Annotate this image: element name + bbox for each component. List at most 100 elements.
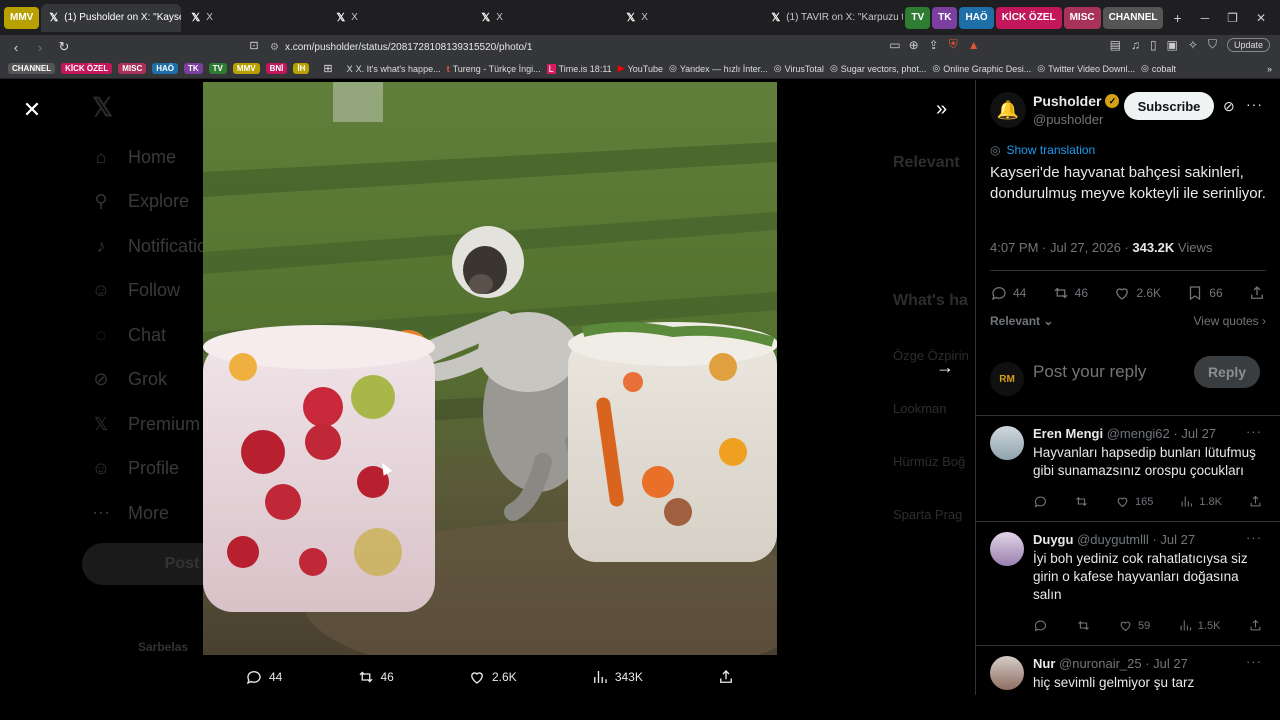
like-button[interactable]: 59	[1118, 618, 1150, 633]
share-button[interactable]	[1248, 618, 1263, 633]
tab-pusholder[interactable]: 𝕏 (1) Pusholder on X: "Kayse ✕	[41, 3, 182, 32]
reply-date[interactable]: · Jul 27	[1152, 532, 1195, 547]
reply-date[interactable]: · Jul 27	[1145, 656, 1188, 671]
tab-x-4[interactable]: 𝕏 X	[618, 4, 761, 32]
share-button[interactable]	[1248, 284, 1266, 302]
reply-button[interactable]: 44	[990, 284, 1026, 302]
sort-dropdown[interactable]: Relevant ⌄	[990, 314, 1053, 328]
tab-group-misc[interactable]: MISC	[1063, 6, 1101, 29]
update-button[interactable]: Update	[1226, 37, 1270, 52]
back-icon[interactable]: ‹	[8, 40, 24, 55]
reply-author-handle[interactable]: @mengi62	[1107, 426, 1170, 441]
grok-icon[interactable]: ⊘	[1223, 98, 1235, 115]
more-icon[interactable]: ···	[1246, 96, 1263, 112]
repost-button[interactable]	[1074, 494, 1089, 509]
tab-x-3[interactable]: 𝕏 X	[473, 4, 616, 32]
reload-icon[interactable]: ↻	[56, 39, 72, 55]
reply-item[interactable]: Duygu @duygutmlll · Jul 27 ··· İyi boh y…	[976, 522, 1280, 646]
tab-group-channel[interactable]: CHANNEL	[1102, 6, 1164, 29]
media-icon[interactable]: ♫	[1131, 38, 1140, 52]
like-button[interactable]: 2.6K	[1113, 284, 1161, 302]
site-info-icon[interactable]: ⚙	[270, 42, 279, 53]
bookmark-group-hao[interactable]: HAÖ	[152, 63, 178, 74]
forward-icon[interactable]: ›	[32, 40, 48, 55]
reply-author-handle[interactable]: @duygutmlll	[1077, 532, 1149, 547]
more-icon[interactable]: ···	[1246, 654, 1262, 669]
bookmark-group-kick-ozel[interactable]: KİCK ÖZEL	[61, 63, 113, 74]
bookmark-group-channel[interactable]: CHANNEL	[8, 63, 56, 74]
bookmark-youtube[interactable]: ▶ YouTube	[618, 63, 663, 74]
bookmark-sugar[interactable]: ◎ Sugar vectors, phot...	[830, 63, 926, 74]
brave-rewards-icon[interactable]: ▲	[968, 38, 980, 52]
reply-author-name[interactable]: Duygu	[1033, 532, 1073, 547]
viewer-reply-button[interactable]: 44	[245, 668, 282, 686]
sidebar-icon[interactable]: ▯	[1150, 38, 1157, 52]
leo-icon[interactable]: ✧	[1188, 38, 1198, 52]
bookmark-group-tk[interactable]: TK	[184, 63, 203, 74]
reply-author-name[interactable]: Eren Mengi	[1033, 426, 1103, 441]
expand-panel-icon[interactable]: »	[936, 98, 947, 121]
show-translation-link[interactable]: ◎ Show translation	[990, 143, 1095, 157]
avatar[interactable]	[990, 532, 1024, 566]
bookmark-group-misc[interactable]: MISC	[118, 63, 147, 74]
more-icon[interactable]: ···	[1246, 424, 1262, 439]
reply-date[interactable]: · Jul 27	[1173, 426, 1216, 441]
views-button[interactable]: 1.5K	[1178, 618, 1220, 633]
bookmark-yandex[interactable]: ◎ Yandex — hızlı İnter...	[669, 63, 768, 74]
reader-icon[interactable]: ▤	[1110, 38, 1121, 52]
close-icon[interactable]: ✕	[20, 97, 44, 122]
bookmark-group-ih[interactable]: İH	[293, 63, 310, 74]
restore-icon[interactable]: ❐	[1227, 11, 1238, 25]
reply-author-name[interactable]: Nur	[1033, 656, 1055, 671]
share-icon[interactable]: ⇪	[929, 38, 939, 52]
tab-group-kick-ozel[interactable]: KİCK ÖZEL	[995, 6, 1062, 29]
bookmark-twitter-dl[interactable]: ◎ Twitter Video Downl...	[1037, 63, 1135, 74]
bookmark-button[interactable]: 66	[1186, 284, 1223, 302]
bookmark-tureng[interactable]: t Tureng - Türkçe İngi...	[447, 64, 541, 74]
reply-button[interactable]	[1033, 618, 1048, 633]
tab-group-hao[interactable]: HAÖ	[959, 6, 994, 29]
bookmarks-overflow-icon[interactable]: »	[1267, 64, 1272, 74]
url-field[interactable]: ⚙ x.com/pusholder/status/208172810813931…	[270, 38, 990, 56]
subscribe-button[interactable]: Subscribe	[1124, 92, 1214, 120]
next-image-icon[interactable]: →	[936, 357, 954, 378]
close-window-icon[interactable]: ✕	[1256, 11, 1266, 25]
viewer-share-button[interactable]	[717, 668, 735, 686]
new-tab-button[interactable]: +	[1173, 10, 1181, 26]
views-button[interactable]: 1.8K	[1179, 494, 1222, 509]
reply-input[interactable]	[1033, 362, 1183, 382]
vpn-icon[interactable]: ⛉	[1208, 37, 1217, 52]
tab-x-2[interactable]: 𝕏 X	[328, 4, 471, 32]
view-quotes-link[interactable]: View quotes ›	[1194, 314, 1267, 328]
tab-x-1[interactable]: 𝕏 X	[183, 4, 326, 32]
tab-group-mmv[interactable]: MMV	[4, 6, 40, 29]
bookmark-cobalt[interactable]: ◎ cobalt	[1141, 63, 1176, 74]
zoom-icon[interactable]: ⊕	[909, 38, 919, 52]
tab-group-tk[interactable]: TK	[932, 6, 958, 29]
minimize-icon[interactable]: ─	[1201, 11, 1210, 25]
viewer-like-button[interactable]: 2.6K	[468, 668, 517, 686]
bookmark-group-tv[interactable]: TV	[208, 63, 227, 74]
brave-shield-icon[interactable]: ⛨	[949, 37, 958, 52]
tweet-time[interactable]: 4:07 PM · Jul 27, 2026 ·	[990, 240, 1132, 255]
more-icon[interactable]: ···	[1246, 530, 1262, 545]
tab-group-tv[interactable]: TV	[905, 6, 931, 29]
bookmark-group-bni[interactable]: BNİ	[265, 63, 288, 74]
reply-item[interactable]: Nur @nuronair_25 · Jul 27 ··· hiç seviml…	[976, 646, 1280, 695]
repost-button[interactable]	[1076, 618, 1091, 633]
viewer-repost-button[interactable]: 46	[357, 668, 394, 686]
avatar[interactable]	[990, 426, 1024, 460]
share-button[interactable]	[1248, 494, 1263, 509]
tab-tavir[interactable]: 𝕏 (1) TAVIR on X: "Karpuzu tek ha	[763, 4, 903, 32]
like-button[interactable]: 165	[1115, 494, 1153, 509]
reply-item[interactable]: Eren Mengi @mengi62 · Jul 27 ··· Hayvanl…	[976, 416, 1280, 522]
bookmark-group-mmv[interactable]: MMV	[232, 63, 260, 74]
reply-author-handle[interactable]: @nuronair_25	[1059, 656, 1142, 671]
cast-icon[interactable]: ▭	[889, 38, 900, 52]
author-handle[interactable]: @pusholder	[1033, 112, 1103, 127]
bookmark-virustotal[interactable]: ◎ VirusTotal	[774, 63, 824, 74]
reply-button[interactable]	[1033, 494, 1048, 509]
reply-submit-button[interactable]: Reply	[1194, 356, 1260, 388]
author-name-row[interactable]: Pusholder ✓	[1033, 93, 1120, 109]
author-avatar[interactable]: 🔔	[990, 92, 1026, 128]
